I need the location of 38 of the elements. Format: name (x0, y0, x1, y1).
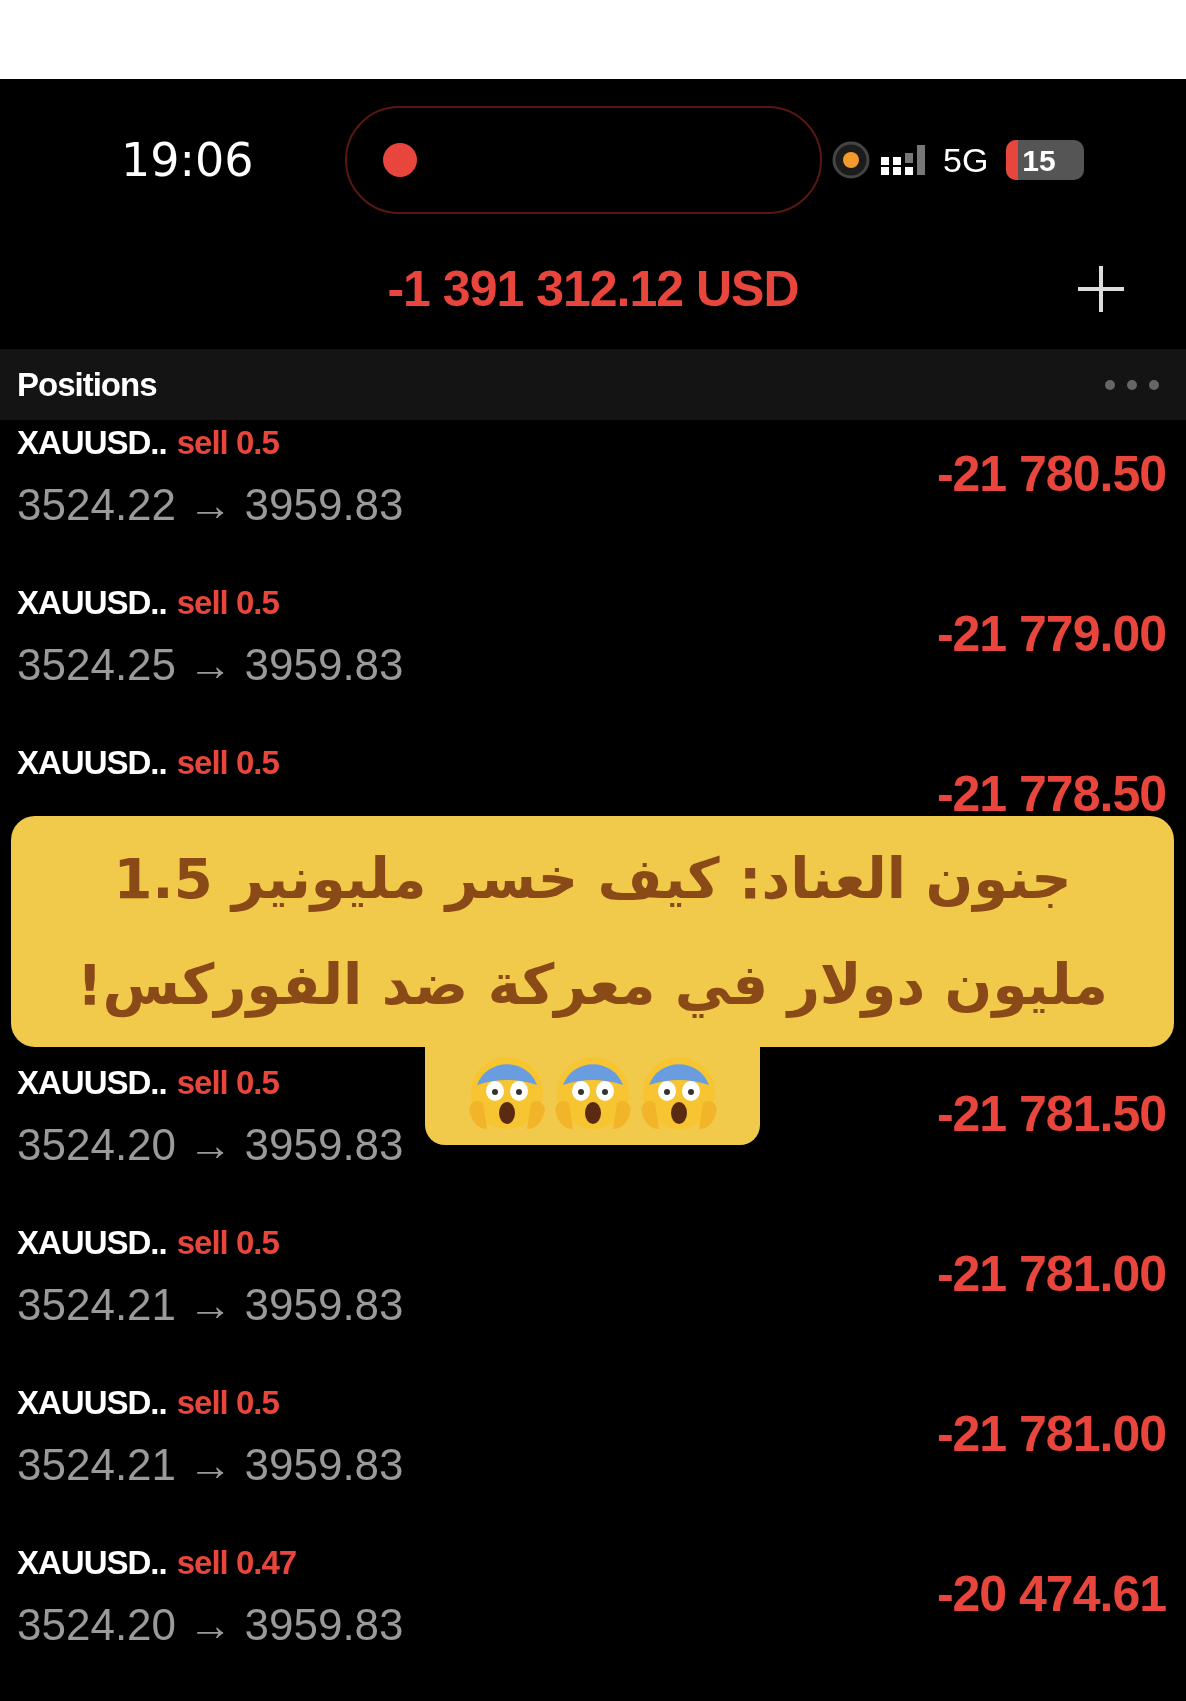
order-type: sell 0.5 (176, 743, 279, 784)
profit-value: -21 781.00 (936, 1248, 1166, 1300)
order-type: sell 0.5 (176, 1223, 279, 1264)
caption-line: جنون العناد: كيف خسر مليونير 1.5 (113, 844, 1072, 914)
position-symbol: XAUUSD.. (17, 1223, 167, 1264)
network-label: 5G (943, 139, 989, 181)
location-dot-icon (831, 140, 871, 180)
position-symbol: XAUUSD.. (17, 583, 167, 624)
section-title: Positions (17, 364, 157, 405)
price-range: 3524.22 → 3959.83 (17, 480, 404, 530)
price-range: 3524.20 → 3959.83 (17, 1600, 404, 1650)
caption-line: مليون دولار في معركة ضد الفوركس! (77, 950, 1108, 1020)
order-type: sell 0.47 (176, 1543, 297, 1584)
order-type: sell 0.5 (176, 1063, 279, 1104)
profit-value: -21 781.00 (936, 1408, 1166, 1460)
profit-value: -21 780.50 (936, 448, 1166, 500)
price-range: 3524.20 → 3959.83 (17, 1120, 404, 1170)
profit-value: -21 778.50 (936, 768, 1166, 820)
order-type: sell 0.5 (176, 1383, 279, 1424)
order-type: sell 0.5 (176, 423, 279, 464)
profit-value: -21 779.00 (936, 608, 1166, 660)
price-range: 3524.21 → 3959.83 (17, 1280, 404, 1330)
position-symbol: XAUUSD.. (17, 423, 167, 464)
status-time: 19:06 (121, 131, 254, 189)
position-symbol: XAUUSD.. (17, 1063, 167, 1104)
profit-value: -20 474.61 (936, 1568, 1166, 1620)
signal-icon (881, 145, 927, 175)
position-symbol: XAUUSD.. (17, 743, 167, 784)
order-type: sell 0.5 (176, 583, 279, 624)
account-balance: -1 391 312.12 USD (387, 259, 799, 319)
add-icon[interactable] (1076, 264, 1126, 314)
battery-icon: 15 (1006, 140, 1085, 180)
position-symbol: XAUUSD.. (17, 1543, 167, 1584)
price-range: 3524.21 → 3959.83 (17, 1440, 404, 1490)
position-symbol: XAUUSD.. (17, 1383, 167, 1424)
more-icon[interactable] (1104, 378, 1160, 391)
profit-value: -21 781.50 (936, 1088, 1166, 1140)
price-range: 3524.25 → 3959.83 (17, 640, 404, 690)
